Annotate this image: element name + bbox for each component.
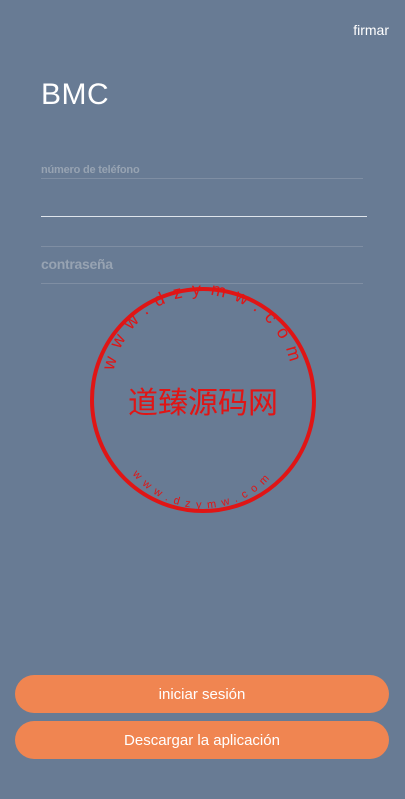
seal-main-text: 道臻源码网 [128, 386, 278, 421]
password-input[interactable] [41, 254, 367, 284]
password-divider [41, 283, 363, 284]
seal-outer-text: www.dzymw.com [98, 285, 308, 373]
download-app-button[interactable]: Descargar la aplicación [15, 721, 389, 759]
sign-link[interactable]: firmar [353, 22, 389, 38]
brand-title: BMC [41, 78, 110, 111]
seal-inner-text: www.dzymw.com [129, 467, 276, 511]
watermark-seal: www.dzymw.com 道臻源码网 www.dzymw.com [90, 285, 316, 513]
phone-label-divider [41, 178, 363, 179]
password-top-divider [41, 246, 363, 247]
phone-input[interactable] [41, 186, 367, 217]
login-button[interactable]: iniciar sesión [15, 675, 389, 713]
phone-label: número de teléfono [41, 164, 140, 176]
